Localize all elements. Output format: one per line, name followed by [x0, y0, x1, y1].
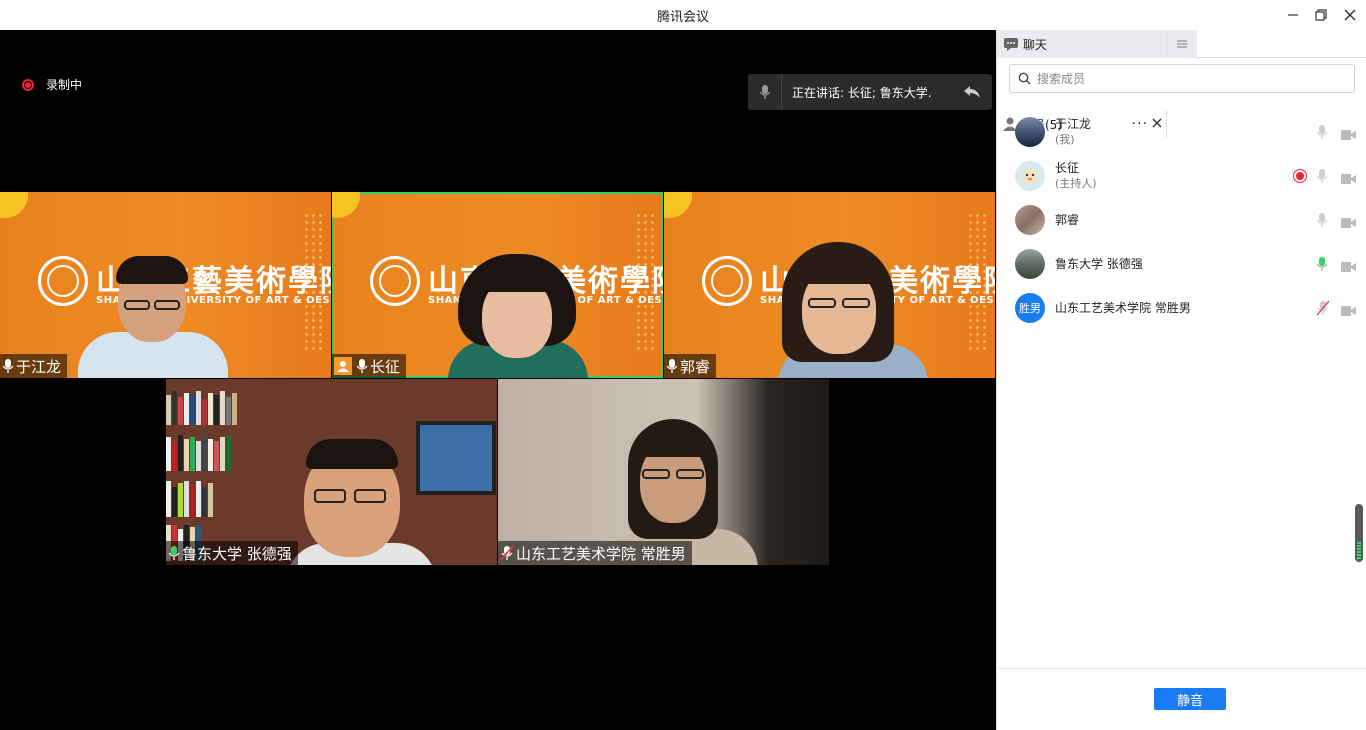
member-role: (主持人): [1055, 177, 1097, 190]
mic-icon: [2, 358, 14, 374]
chat-icon: [1003, 37, 1019, 51]
banner-sun: [332, 192, 360, 218]
school-logo: [702, 256, 752, 306]
participant-name: 长征: [370, 357, 401, 376]
participant-name-tag: 长征: [332, 354, 407, 378]
video-tile-active-speaker[interactable]: 山東工藝美術學院 SHANDONG UNIVERSITY OF ART & DE…: [332, 192, 663, 378]
panel-menu-button[interactable]: [1167, 30, 1197, 58]
back-icon: [964, 86, 980, 98]
panel-tabs: 聊天 成员(5) ···: [997, 30, 1366, 138]
video-tile[interactable]: 山东工艺美术学院 常胜男: [498, 379, 829, 565]
background-monitor: [416, 421, 496, 495]
member-item[interactable]: 鲁东大学 张德强: [997, 242, 1366, 286]
member-search[interactable]: [1009, 64, 1355, 93]
mic-muted-icon[interactable]: [1316, 300, 1330, 320]
member-name: 郭睿: [1055, 213, 1080, 227]
mic-muted-icon: [500, 545, 514, 561]
member-item[interactable]: 于江龙 (我): [997, 110, 1366, 154]
host-icon: [334, 357, 352, 375]
banner-sun: [0, 192, 28, 218]
mic-icon[interactable]: [1316, 212, 1328, 232]
member-name: 于江龙: [1055, 117, 1092, 131]
speaking-text: 正在讲话: 长征; 鲁东大学...: [792, 85, 932, 100]
participant-name-tag: 郭睿: [664, 354, 717, 378]
member-item[interactable]: 长征 (主持人): [997, 154, 1366, 198]
video-tile[interactable]: 山東工藝美術學院 SHANDONG UNIVERSITY OF ART & DE…: [0, 192, 331, 378]
mic-active-icon[interactable]: [1316, 256, 1328, 276]
avatar: [1015, 249, 1045, 279]
mic-icon: [748, 74, 782, 110]
window-title: 腾讯会议: [656, 10, 709, 25]
participant-name-tag: 山东工艺美术学院 常胜男: [498, 541, 692, 565]
avatar: [1015, 205, 1045, 235]
panel-footer: 静音: [997, 668, 1366, 730]
participant-name-tag: 鲁东大学 张德强: [166, 541, 298, 565]
member-list: 于江龙 (我) 长征 (主持人) 郭睿 鲁东大学 张德强 胜男 山东工艺美术学院 常…: [997, 110, 1366, 330]
participant-name: 郭睿: [680, 357, 711, 376]
search-icon: [1018, 72, 1031, 85]
search-input[interactable]: [1037, 71, 1337, 86]
camera-icon[interactable]: [1341, 258, 1357, 277]
mic-icon[interactable]: [1316, 124, 1328, 144]
audio-level-meter: [1357, 542, 1361, 560]
member-item[interactable]: 郭睿: [997, 198, 1366, 242]
video-tile[interactable]: 鲁东大学 张德强: [166, 379, 497, 565]
member-name: 山东工艺美术学院 常胜男: [1055, 301, 1191, 315]
video-tile[interactable]: 山東工藝美術學院 SHANDONG UNIVERSITY OF ART & DE…: [664, 192, 995, 378]
close-icon: [1344, 9, 1356, 21]
banner-sun: [664, 192, 692, 218]
close-window-button[interactable]: [1335, 0, 1365, 30]
record-icon: [22, 78, 34, 91]
record-icon: [1293, 169, 1307, 183]
camera-icon[interactable]: [1341, 214, 1357, 233]
avatar: [1015, 117, 1045, 147]
member-role: (我): [1055, 133, 1075, 146]
camera-icon[interactable]: [1341, 126, 1357, 145]
back-button[interactable]: [960, 80, 984, 104]
mute-all-button[interactable]: 静音: [1154, 688, 1226, 710]
school-logo: [370, 256, 420, 306]
participant-name: 于江龙: [16, 357, 62, 376]
tab-chat[interactable]: 聊天: [997, 30, 1167, 58]
member-item[interactable]: 胜男 山东工艺美术学院 常胜男: [997, 286, 1366, 330]
speaking-bar: 正在讲话: 长征; 鲁东大学...: [748, 74, 992, 110]
recording-indicator[interactable]: 录制中: [22, 76, 82, 93]
menu-icon: [1177, 40, 1187, 48]
mic-icon[interactable]: [1316, 168, 1328, 188]
member-name: 长征: [1055, 161, 1080, 175]
camera-icon[interactable]: [1341, 170, 1357, 189]
avatar: 胜男: [1015, 293, 1045, 323]
minimize-button[interactable]: [1278, 0, 1308, 30]
video-stage: 录制中 正在讲话: 长征; 鲁东大学... 山東工藝美術學院 SHANDONG …: [0, 30, 996, 730]
mic-icon: [666, 358, 678, 374]
participant-name: 山东工艺美术学院 常胜男: [516, 544, 686, 563]
title-bar: 腾讯会议: [0, 0, 1366, 30]
recording-label: 录制中: [46, 78, 83, 92]
restore-button[interactable]: [1306, 0, 1336, 30]
restore-icon: [1315, 9, 1327, 21]
school-logo: [38, 256, 88, 306]
participant-name: 鲁东大学 张德强: [182, 544, 292, 563]
tab-chat-label: 聊天: [1023, 37, 1048, 52]
camera-icon[interactable]: [1341, 302, 1357, 321]
mic-icon: [168, 545, 180, 561]
avatar: [1015, 161, 1045, 191]
minimize-icon: [1288, 14, 1298, 16]
member-name: 鲁东大学 张德强: [1055, 257, 1143, 271]
participant-name-tag: 于江龙: [0, 354, 68, 378]
mic-icon: [356, 358, 368, 374]
side-panel: 聊天 成员(5) ··· 于江龙 (我) 长征 (主持人): [996, 30, 1366, 730]
